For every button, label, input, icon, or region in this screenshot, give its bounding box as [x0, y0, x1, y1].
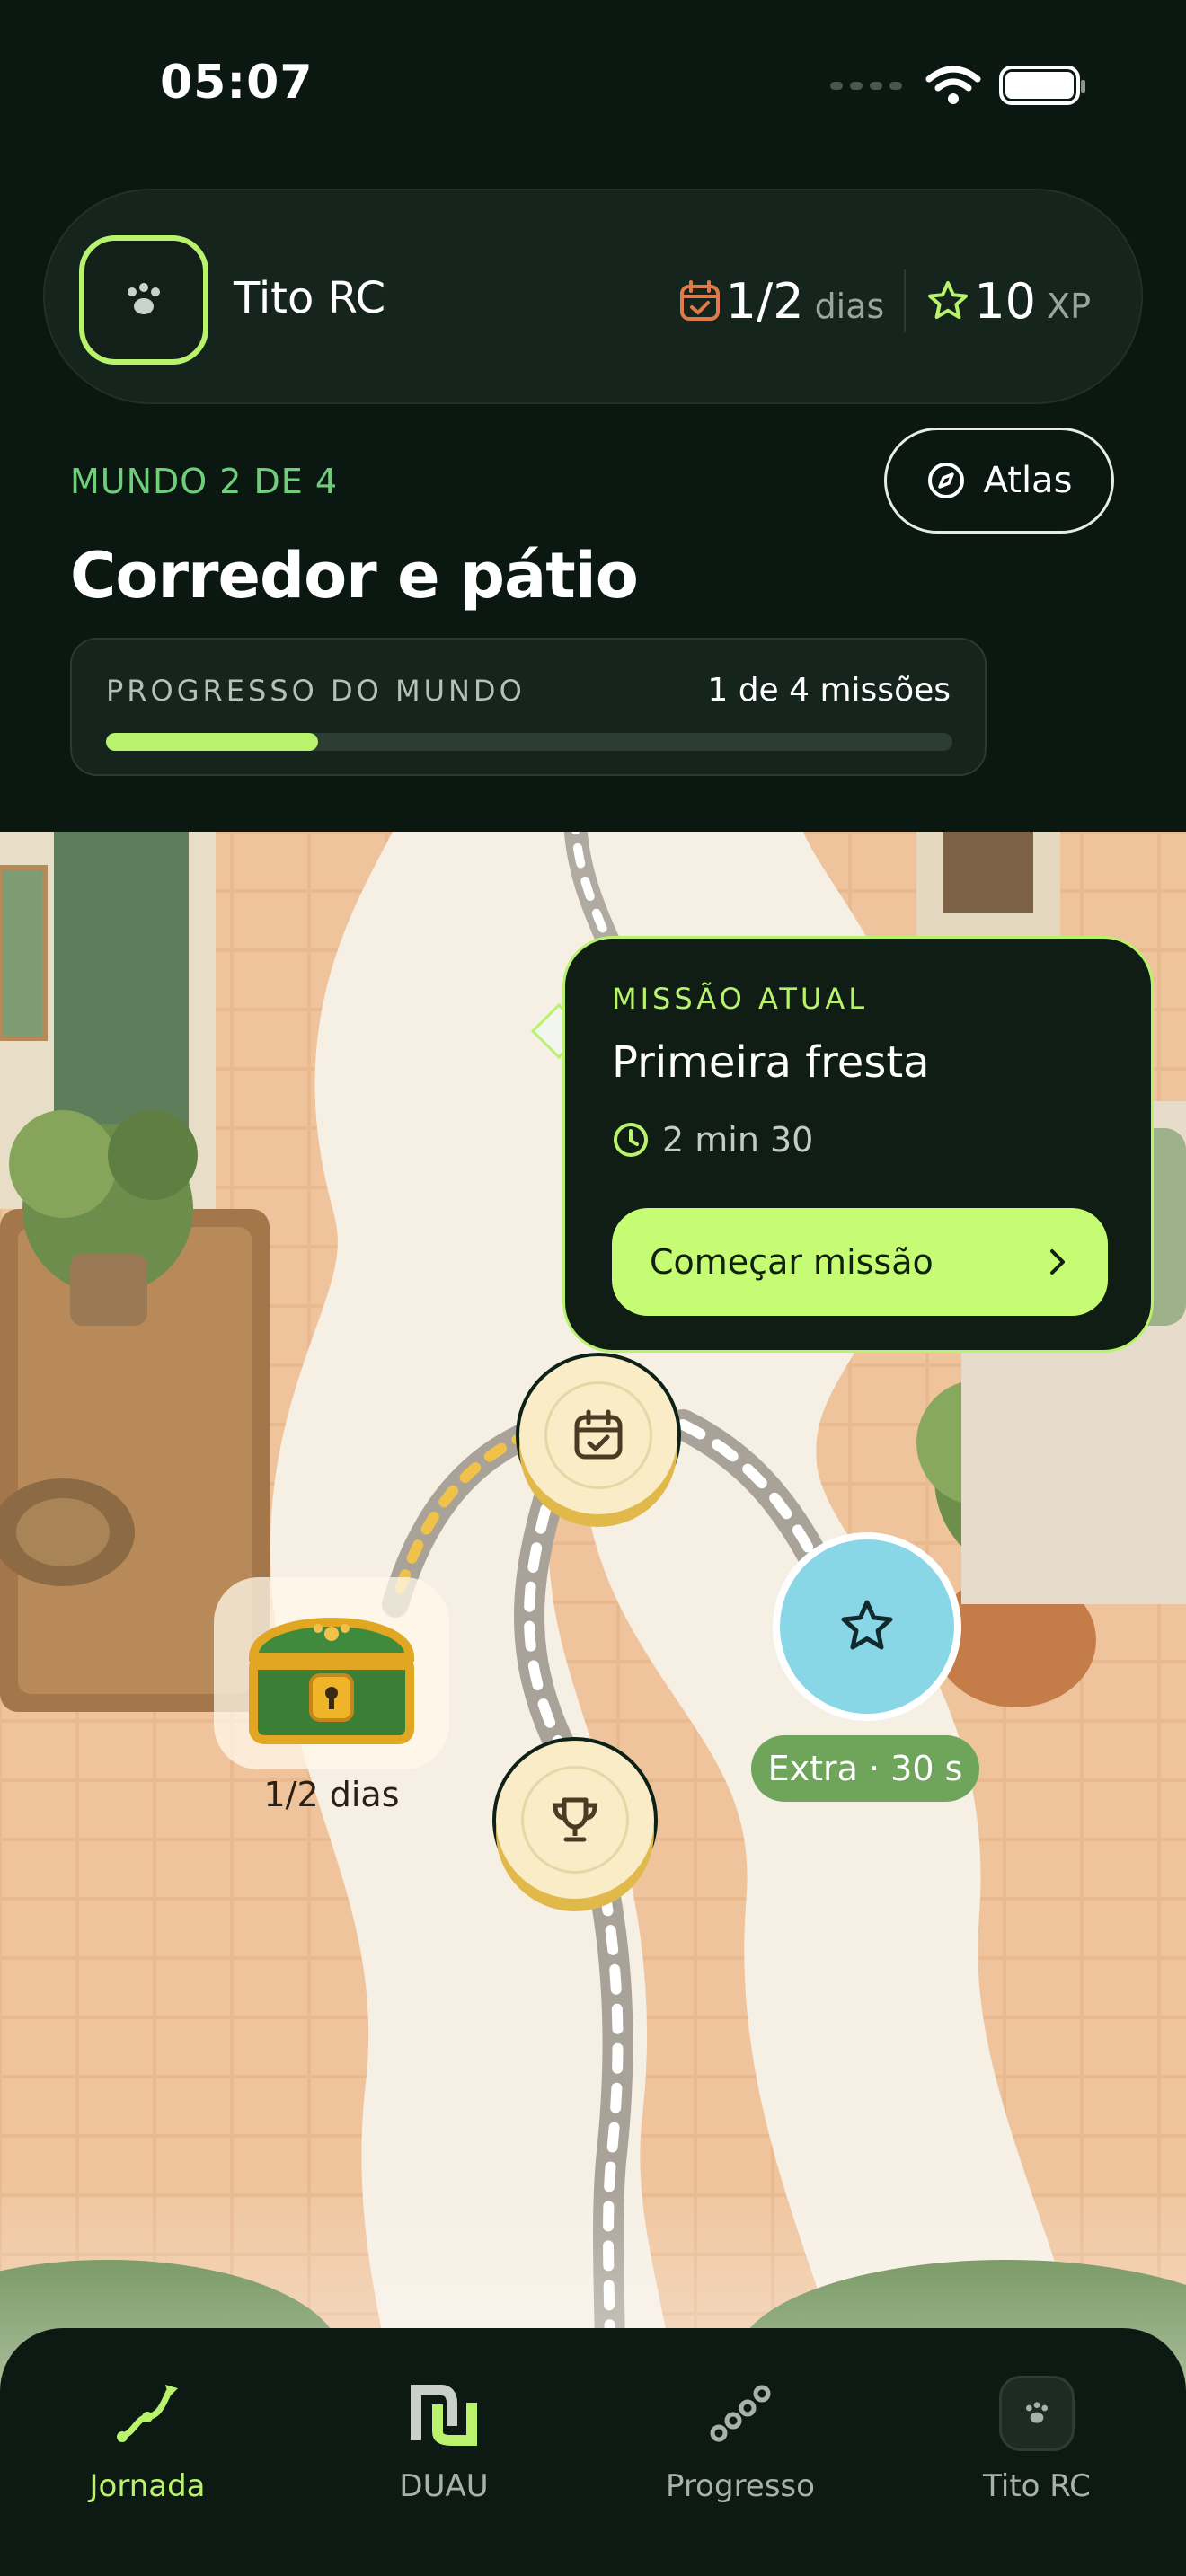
clock-icon [614, 1123, 648, 1157]
treasure-chest-icon [248, 1618, 415, 1744]
trophy-node[interactable] [496, 1741, 654, 1899]
status-time: 05:07 [160, 56, 314, 110]
paw-avatar-icon [999, 2376, 1075, 2451]
progress-label: PROGRESSO DO MUNDO [106, 674, 526, 708]
stats-divider [904, 269, 907, 332]
nav-profile[interactable]: Tito RC [902, 2375, 1172, 2504]
duau-logo-icon [411, 2385, 477, 2446]
mission-kicker: MISSÃO ATUAL [612, 982, 869, 1016]
progress-chain-icon [710, 2385, 771, 2442]
nav-progresso[interactable]: Progresso [606, 2375, 875, 2504]
world-label: MUNDO 2 DE 4 [70, 462, 339, 501]
treasure-chest[interactable] [214, 1577, 449, 1769]
current-mission-card[interactable]: MISSÃO ATUAL Primeira fresta 2 min 30 Co… [562, 936, 1154, 1353]
profile-stats: 1/2 dias 10 XP [677, 269, 1091, 332]
calendar-check-icon [574, 1409, 623, 1460]
header: 05:07 Tito RC 1/2 dias 10 XP MUNDO 2 DE … [0, 0, 1186, 832]
chevron-right-icon [1050, 1249, 1065, 1275]
wifi-icon [925, 66, 981, 104]
world-progress-card: PROGRESSO DO MUNDO 1 de 4 missões [70, 638, 987, 776]
days-stat: 1/2 dias [726, 273, 885, 330]
start-mission-label: Começar missão [650, 1242, 934, 1282]
days-unit: dias [814, 286, 885, 326]
nav-jornada[interactable]: Jornada [13, 2375, 282, 2504]
profile-name: Tito RC [234, 273, 386, 323]
mission-title: Primeira fresta [612, 1037, 930, 1088]
avatar[interactable] [79, 235, 208, 365]
progress-count: 1 de 4 missões [707, 672, 951, 709]
star-icon [841, 1600, 893, 1650]
status-icons [830, 65, 1085, 106]
xp-stat: 10 XP [974, 273, 1091, 330]
days-value: 1/2 [725, 272, 804, 330]
extra-label: Extra · 30 s [751, 1735, 979, 1802]
chest-label: 1/2 dias [263, 1775, 400, 1814]
paw-icon [128, 283, 160, 314]
xp-unit: XP [1047, 286, 1091, 326]
battery-icon [999, 66, 1085, 105]
trophy-icon [553, 1797, 597, 1842]
calendar-icon [679, 280, 720, 321]
start-mission-button[interactable]: Começar missão [612, 1208, 1108, 1316]
atlas-label: Atlas [983, 460, 1073, 501]
compass-icon [927, 463, 964, 498]
nav-duau[interactable]: DUAU [309, 2375, 579, 2504]
nav-label-profile: Tito RC [983, 2468, 1091, 2504]
star-icon [928, 281, 969, 319]
mission-duration-text: 2 min 30 [662, 1120, 814, 1160]
profile-card[interactable]: Tito RC 1/2 dias 10 XP [43, 189, 1143, 404]
nav-label-jornada: Jornada [89, 2468, 206, 2504]
extra-star-node[interactable] [773, 1532, 961, 1721]
mission-duration: 2 min 30 [612, 1120, 813, 1160]
page-title: Corredor e pátio [70, 539, 639, 613]
nav-label-progresso: Progresso [666, 2468, 815, 2504]
progress-fill [106, 733, 318, 751]
atlas-button[interactable]: Atlas [884, 428, 1114, 534]
journey-path-icon [117, 2385, 178, 2442]
nav-label-duau: DUAU [399, 2468, 489, 2504]
signal-icon [830, 81, 902, 90]
xp-value: 10 [974, 272, 1037, 330]
progress-track [106, 733, 952, 751]
bottom-nav: Jornada DUAU Progresso Tito RC [0, 2328, 1186, 2576]
calendar-node[interactable] [519, 1356, 677, 1514]
